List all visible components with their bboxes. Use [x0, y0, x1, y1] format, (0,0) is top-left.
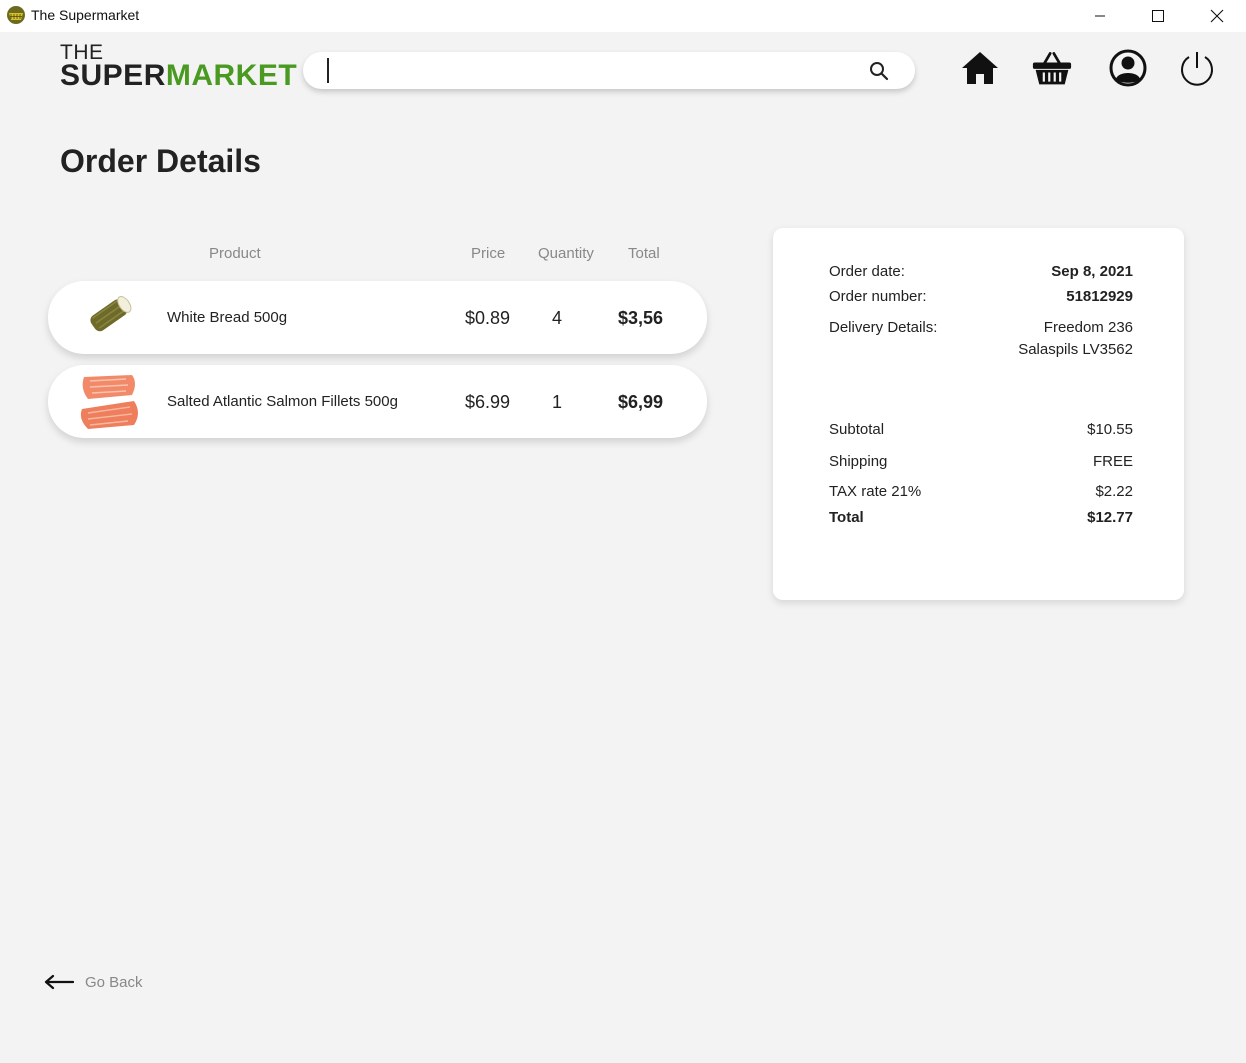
- shipping-label: Shipping: [829, 453, 888, 470]
- maximize-button[interactable]: [1135, 0, 1181, 32]
- minimize-icon: [1095, 15, 1105, 17]
- shipping-value: FREE: [1092, 453, 1133, 470]
- item-total: $3,56: [618, 308, 664, 328]
- order-item-row[interactable]: White Bread 500g $0.89 4 $3,56: [48, 281, 707, 354]
- delivery-details-label: Delivery Details:: [829, 319, 938, 336]
- delivery-address-line2: Salaspils LV3562: [1018, 341, 1133, 358]
- order-number-label: Order number:: [829, 288, 927, 305]
- minimize-button[interactable]: [1077, 0, 1123, 32]
- search-input[interactable]: [327, 58, 847, 83]
- arrow-left-icon: [44, 974, 74, 990]
- tax-value: $2.22: [1095, 483, 1133, 500]
- logo-brand: SUPERMARKET: [60, 61, 297, 91]
- column-header-price: Price: [471, 245, 506, 262]
- page-title: Order Details: [60, 143, 261, 179]
- search-icon[interactable]: [869, 61, 889, 81]
- home-icon[interactable]: [960, 48, 1000, 88]
- order-date-value: Sep 8, 2021: [1051, 263, 1133, 280]
- order-number-value: 51812929: [1066, 288, 1133, 305]
- order-item-row[interactable]: Salted Atlantic Salmon Fillets 500g $6.9…: [48, 365, 707, 438]
- app-logo-icon: [7, 6, 25, 24]
- order-summary-card: Order date: Sep 8, 2021 Order number: 51…: [773, 228, 1184, 600]
- item-total: $6,99: [618, 392, 664, 412]
- column-header-total: Total: [628, 245, 660, 262]
- item-price: $6.99: [465, 392, 511, 412]
- item-quantity: 4: [552, 308, 563, 328]
- account-icon[interactable]: [1108, 48, 1148, 88]
- item-quantity: 1: [552, 392, 563, 412]
- total-label: Total: [829, 509, 864, 526]
- logo-market: MARKET: [165, 59, 298, 92]
- tax-label: TAX rate 21%: [829, 483, 922, 500]
- close-icon: [1210, 9, 1224, 23]
- go-back-button[interactable]: Go Back: [44, 970, 143, 994]
- column-header-quantity: Quantity: [538, 245, 594, 262]
- item-name: Salted Atlantic Salmon Fillets 500g: [167, 393, 398, 410]
- subtotal-label: Subtotal: [829, 421, 885, 438]
- go-back-label: Go Back: [85, 973, 143, 991]
- salmon-image: [80, 375, 138, 429]
- logo-super: SUPER: [60, 59, 166, 92]
- power-icon[interactable]: [1177, 48, 1217, 88]
- window-title: The Supermarket: [31, 7, 140, 23]
- item-name: White Bread 500g: [167, 309, 288, 326]
- bread-image: [90, 296, 132, 332]
- column-header-product: Product: [209, 245, 261, 262]
- delivery-address-line1: Freedom 236: [1043, 319, 1133, 336]
- search-bar: [303, 52, 915, 89]
- order-date-label: Order date:: [829, 263, 905, 280]
- close-button[interactable]: [1194, 0, 1240, 32]
- subtotal-value: $10.55: [1087, 421, 1133, 438]
- basket-icon[interactable]: [1032, 48, 1072, 88]
- window-titlebar: The Supermarket: [0, 0, 1246, 32]
- maximize-icon: [1152, 10, 1164, 22]
- supermarket-logo[interactable]: THE SUPERMARKET: [60, 42, 297, 91]
- total-value: $12.77: [1087, 509, 1133, 526]
- item-price: $0.89: [465, 308, 511, 328]
